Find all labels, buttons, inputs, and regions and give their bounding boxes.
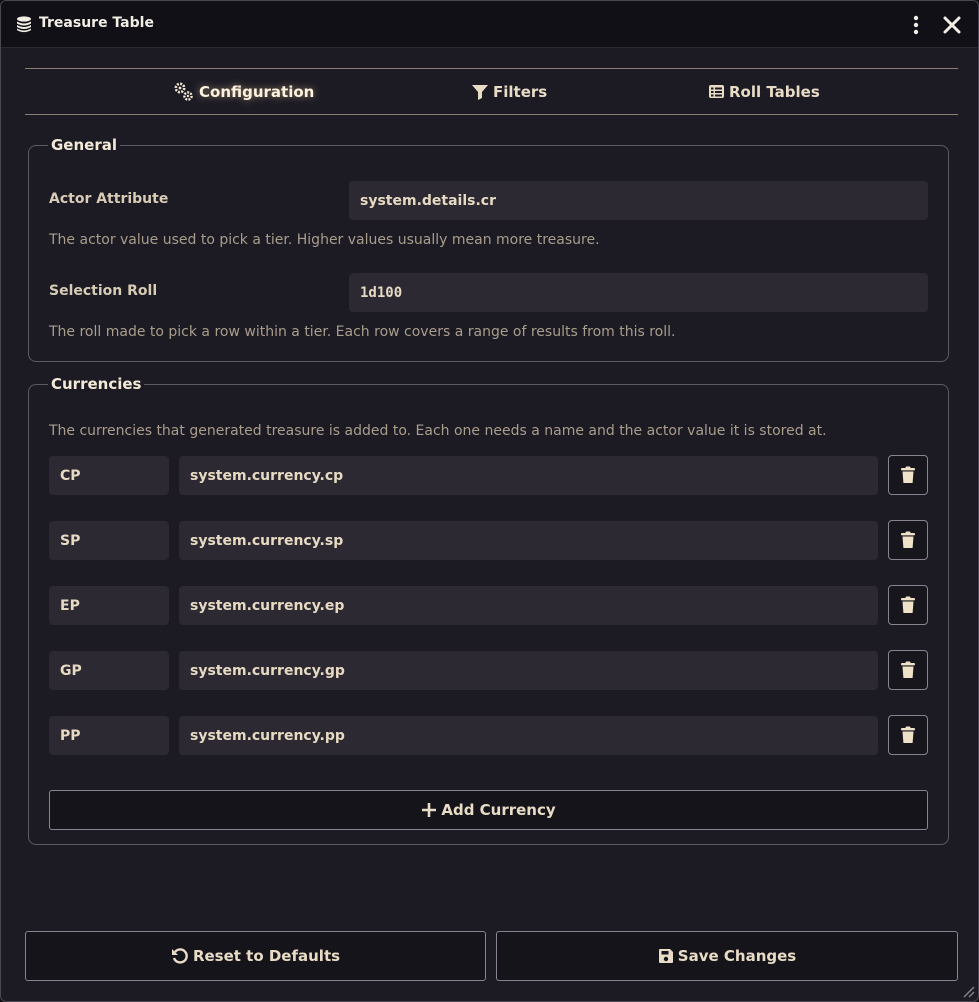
window-title: Treasure Table — [39, 15, 154, 31]
add-currency-button[interactable]: Add Currency — [49, 790, 928, 830]
currency-name-input[interactable] — [49, 651, 169, 690]
table-list-icon — [709, 85, 724, 98]
currency-path-input[interactable] — [179, 651, 878, 690]
general-section: General Actor Attribute The actor value … — [28, 136, 949, 362]
selection-roll-hint: The roll made to pick a row within a tie… — [49, 324, 676, 340]
currency-path-input[interactable] — [179, 586, 878, 625]
trash-icon — [901, 531, 915, 548]
currencies-legend: Currencies — [51, 375, 142, 393]
currencies-hint: The currencies that generated treasure i… — [49, 423, 827, 439]
plus-icon — [422, 803, 437, 817]
tab-filters-label: Filters — [493, 82, 548, 101]
tab-roll-tables-label: Roll Tables — [729, 82, 820, 101]
currencies-section: Currencies The currencies that generated… — [28, 375, 949, 845]
undo-icon — [171, 948, 188, 964]
reset-to-defaults-button[interactable]: Reset to Defaults — [25, 931, 486, 981]
delete-currency-button[interactable] — [888, 650, 928, 690]
currency-path-input[interactable] — [179, 456, 878, 495]
tab-bar: Configuration Filters Roll Tables — [25, 68, 958, 115]
tab-filters[interactable]: Filters — [471, 69, 547, 114]
trash-icon — [901, 596, 915, 613]
trash-icon — [901, 466, 915, 483]
tab-configuration[interactable]: Configuration — [173, 69, 314, 114]
trash-icon — [901, 661, 915, 678]
floppy-disk-icon — [658, 949, 673, 963]
actor-attribute-hint: The actor value used to pick a tier. Hig… — [49, 232, 600, 248]
cogs-icon — [174, 82, 193, 101]
currency-path-input[interactable] — [179, 521, 878, 560]
window-titlebar[interactable]: Treasure Table — [1, 1, 978, 48]
general-legend: General — [51, 136, 117, 154]
trash-icon — [901, 726, 915, 743]
selection-roll-input[interactable] — [349, 273, 928, 312]
selection-roll-label: Selection Roll — [49, 283, 158, 299]
resize-handle-icon[interactable] — [961, 984, 975, 998]
coins-icon — [17, 16, 31, 33]
add-currency-label: Add Currency — [441, 801, 556, 819]
currency-name-input[interactable] — [49, 586, 169, 625]
filter-icon — [472, 84, 488, 100]
currency-name-input[interactable] — [49, 716, 169, 755]
currency-name-input[interactable] — [49, 521, 169, 560]
actor-attribute-input[interactable] — [349, 181, 928, 220]
currency-name-input[interactable] — [49, 456, 169, 495]
delete-currency-button[interactable] — [888, 585, 928, 625]
save-label: Save Changes — [677, 947, 797, 965]
close-icon[interactable] — [942, 14, 962, 36]
treasure-table-window: Treasure Table Configuration Filters Rol… — [0, 0, 979, 1002]
delete-currency-button[interactable] — [888, 715, 928, 755]
tab-roll-tables[interactable]: Roll Tables — [708, 69, 820, 114]
ellipsis-vertical-icon[interactable] — [906, 14, 926, 36]
save-changes-button[interactable]: Save Changes — [496, 931, 958, 981]
actor-attribute-label: Actor Attribute — [49, 191, 169, 207]
currency-path-input[interactable] — [179, 716, 878, 755]
delete-currency-button[interactable] — [888, 455, 928, 495]
reset-label: Reset to Defaults — [192, 947, 341, 965]
tab-configuration-label: Configuration — [199, 82, 315, 101]
delete-currency-button[interactable] — [888, 520, 928, 560]
